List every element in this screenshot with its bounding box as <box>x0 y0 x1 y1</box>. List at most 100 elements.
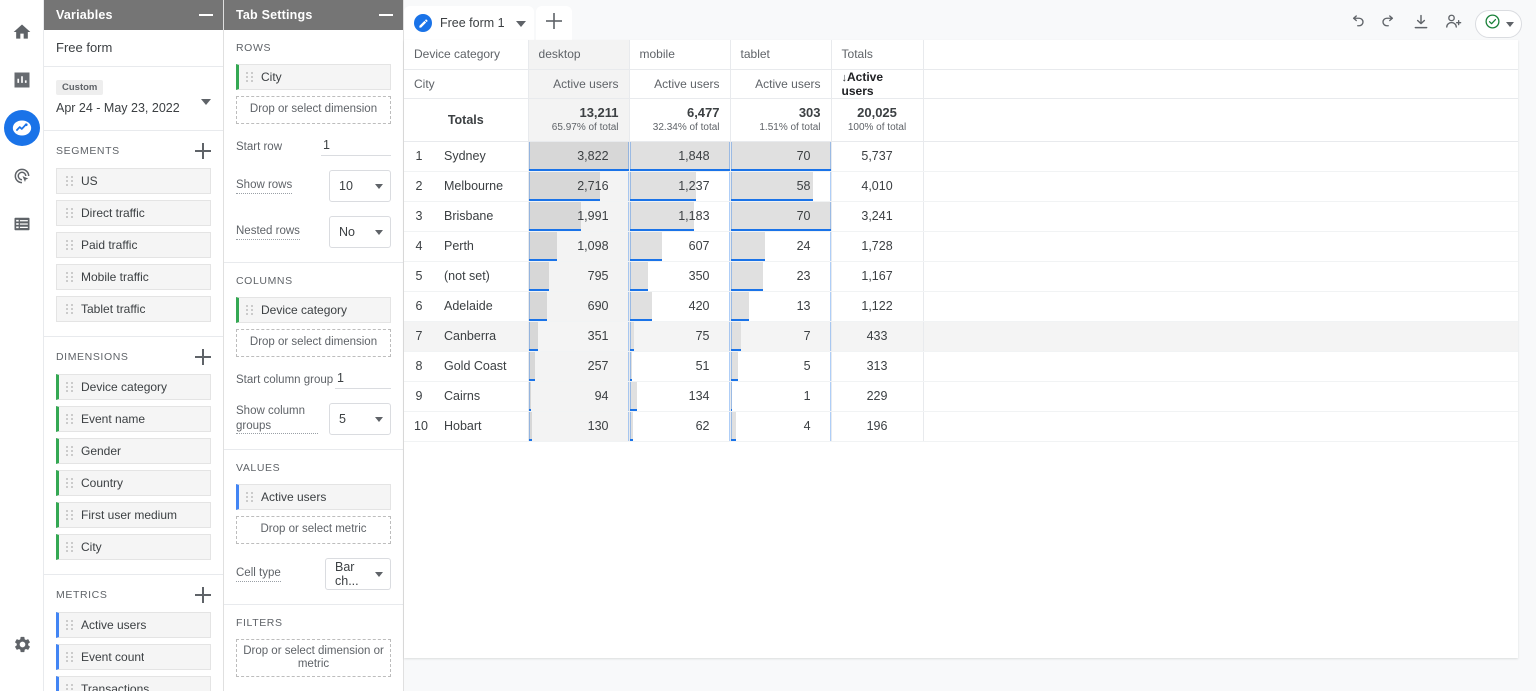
tab-free-form-1[interactable]: Free form 1 <box>404 6 534 40</box>
values-metric-chip[interactable]: Active users <box>236 484 391 510</box>
row-cell-tablet[interactable]: 4 <box>729 411 832 442</box>
row-cell-totals[interactable]: 1,122 <box>830 291 924 322</box>
header-metric-totals-sorted[interactable]: ↓Active users <box>830 69 924 99</box>
drag-handle-icon[interactable] <box>245 304 254 316</box>
row-cell-mobile[interactable]: 62 <box>628 411 731 442</box>
date-range-selector[interactable]: Custom Apr 24 - May 23, 2022 <box>44 67 223 131</box>
row-cell-mobile[interactable]: 350 <box>628 261 731 292</box>
drag-handle-icon[interactable] <box>65 619 74 631</box>
exploration-name[interactable]: Free form <box>44 30 223 67</box>
download-button[interactable] <box>1405 9 1437 39</box>
row-cell-mobile[interactable]: 1,183 <box>628 201 731 232</box>
row-city[interactable]: Adelaide <box>434 291 529 322</box>
row-cell-desktop[interactable]: 690 <box>527 291 630 322</box>
drag-handle-icon[interactable] <box>65 683 74 691</box>
row-city[interactable]: Hobart <box>434 411 529 442</box>
drag-handle-icon[interactable] <box>65 239 74 251</box>
drag-handle-icon[interactable] <box>65 303 74 315</box>
row-cell-desktop[interactable]: 795 <box>527 261 630 292</box>
drag-handle-icon[interactable] <box>65 413 74 425</box>
row-cell-desktop[interactable]: 1,991 <box>527 201 630 232</box>
header-group-desktop[interactable]: desktop <box>527 40 630 70</box>
table-row[interactable]: 2 Melbourne 2,716 1,237 58 4,010 <box>404 171 1518 202</box>
show-rows-select[interactable]: 10 <box>329 170 391 202</box>
metric-chip[interactable]: Event count <box>56 644 211 670</box>
start-column-group-input[interactable]: 1 <box>335 371 391 389</box>
undo-button[interactable] <box>1341 9 1373 39</box>
header-group-mobile[interactable]: mobile <box>628 40 731 70</box>
dimension-chip[interactable]: Country <box>56 470 211 496</box>
nav-reports[interactable] <box>4 62 40 98</box>
add-segment-button[interactable] <box>195 143 211 159</box>
row-cell-totals[interactable]: 5,737 <box>830 141 924 172</box>
row-cell-tablet[interactable]: 13 <box>729 291 832 322</box>
row-cell-desktop[interactable]: 94 <box>527 381 630 412</box>
row-cell-totals[interactable]: 4,010 <box>830 171 924 202</box>
row-city[interactable]: Cairns <box>434 381 529 412</box>
row-cell-tablet[interactable]: 70 <box>729 141 832 172</box>
add-dimension-button[interactable] <box>195 349 211 365</box>
row-cell-tablet[interactable]: 70 <box>729 201 832 232</box>
row-city[interactable]: Sydney <box>434 141 529 172</box>
table-row[interactable]: 10 Hobart 130 62 4 196 <box>404 411 1518 442</box>
add-metric-button[interactable] <box>195 587 211 603</box>
header-group-totals[interactable]: Totals <box>830 40 924 70</box>
row-city[interactable]: Brisbane <box>434 201 529 232</box>
row-cell-mobile[interactable]: 75 <box>628 321 731 352</box>
nav-configure[interactable] <box>4 206 40 242</box>
columns-dimension-chip[interactable]: Device category <box>236 297 391 323</box>
row-city[interactable]: Canberra <box>434 321 529 352</box>
row-cell-totals[interactable]: 3,241 <box>830 201 924 232</box>
drag-handle-icon[interactable] <box>65 175 74 187</box>
row-cell-totals[interactable]: 313 <box>830 351 924 382</box>
dimension-chip[interactable]: Gender <box>56 438 211 464</box>
row-city[interactable]: Gold Coast <box>434 351 529 382</box>
rows-dropzone[interactable]: Drop or select dimension <box>236 96 391 124</box>
row-cell-totals[interactable]: 1,728 <box>830 231 924 262</box>
dimension-chip[interactable]: City <box>56 534 211 560</box>
row-cell-desktop[interactable]: 130 <box>527 411 630 442</box>
filters-dropzone[interactable]: Drop or select dimension or metric <box>236 639 391 677</box>
tab-settings-collapse-button[interactable] <box>379 14 393 16</box>
drag-handle-icon[interactable] <box>65 477 74 489</box>
row-cell-tablet[interactable]: 5 <box>729 351 832 382</box>
segment-chip[interactable]: Paid traffic <box>56 232 211 258</box>
drag-handle-icon[interactable] <box>245 71 254 83</box>
rows-dimension-chip[interactable]: City <box>236 64 391 90</box>
nav-admin-settings[interactable] <box>6 631 38 663</box>
dimension-chip[interactable]: Event name <box>56 406 211 432</box>
segment-chip[interactable]: Mobile traffic <box>56 264 211 290</box>
table-row[interactable]: 6 Adelaide 690 420 13 1,122 <box>404 291 1518 322</box>
columns-dropzone[interactable]: Drop or select dimension <box>236 329 391 357</box>
header-metric-tablet[interactable]: Active users <box>729 69 832 99</box>
row-cell-tablet[interactable]: 1 <box>729 381 832 412</box>
table-row[interactable]: 4 Perth 1,098 607 24 1,728 <box>404 231 1518 262</box>
row-cell-mobile[interactable]: 607 <box>628 231 731 262</box>
row-cell-tablet[interactable]: 24 <box>729 231 832 262</box>
row-cell-mobile[interactable]: 134 <box>628 381 731 412</box>
drag-handle-icon[interactable] <box>65 381 74 393</box>
table-row[interactable]: 7 Canberra 351 75 7 433 <box>404 321 1518 352</box>
row-cell-mobile[interactable]: 51 <box>628 351 731 382</box>
row-cell-totals[interactable]: 196 <box>830 411 924 442</box>
row-cell-totals[interactable]: 433 <box>830 321 924 352</box>
header-group-tablet[interactable]: tablet <box>729 40 832 70</box>
table-row[interactable]: 8 Gold Coast 257 51 5 313 <box>404 351 1518 382</box>
segment-chip[interactable]: Direct traffic <box>56 200 211 226</box>
header-metric-desktop[interactable]: Active users <box>527 69 630 99</box>
row-cell-totals[interactable]: 229 <box>830 381 924 412</box>
start-row-input[interactable]: 1 <box>321 138 391 156</box>
drag-handle-icon[interactable] <box>65 651 74 663</box>
dimension-chip[interactable]: First user medium <box>56 502 211 528</box>
cell-type-select[interactable]: Bar ch... <box>325 558 391 590</box>
row-cell-desktop[interactable]: 1,098 <box>527 231 630 262</box>
nav-home[interactable] <box>4 14 40 50</box>
tab-menu-chevron-icon[interactable] <box>516 16 526 30</box>
nested-rows-select[interactable]: No <box>329 216 391 248</box>
row-city[interactable]: Melbourne <box>434 171 529 202</box>
save-status-button[interactable] <box>1475 10 1522 38</box>
drag-handle-icon[interactable] <box>65 509 74 521</box>
row-cell-mobile[interactable]: 1,848 <box>628 141 731 172</box>
row-city[interactable]: (not set) <box>434 261 529 292</box>
row-cell-totals[interactable]: 1,167 <box>830 261 924 292</box>
